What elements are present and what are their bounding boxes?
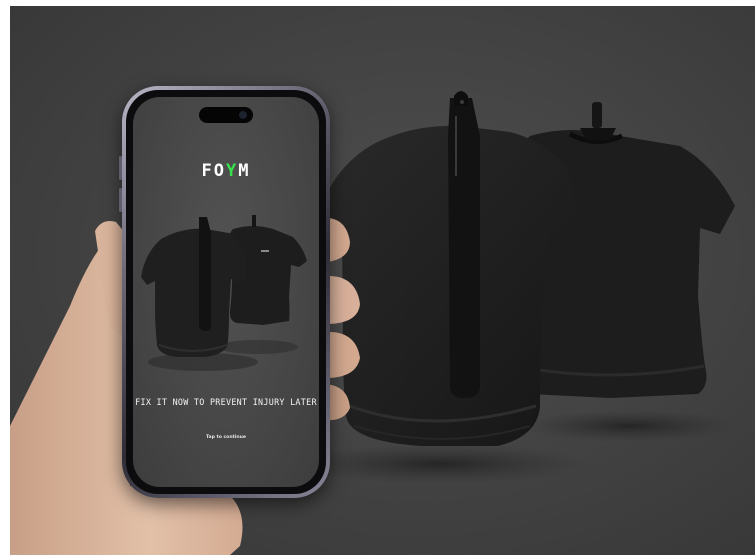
volume-down-button [119, 188, 122, 212]
app-screen[interactable]: FOYM FIX IT NOW TO PREVENT INJURY LATER … [133, 97, 319, 487]
tagline: FIX IT NOW TO PREVENT INJURY LATER [135, 397, 317, 407]
phone-bezel: FOYM FIX IT NOW TO PREVENT INJURY LATER … [126, 90, 326, 494]
logo-suffix: M [238, 161, 251, 181]
camera-icon [239, 111, 247, 119]
dynamic-island [199, 107, 253, 123]
logo-prefix: FO [201, 161, 226, 181]
app-logo: FOYM [133, 161, 319, 181]
tap-to-continue[interactable]: Tap to continue [133, 435, 319, 440]
product-scene: FOYM FIX IT NOW TO PREVENT INJURY LATER … [10, 6, 755, 555]
smartphone: FOYM FIX IT NOW TO PREVENT INJURY LATER … [119, 86, 330, 498]
phone-shirts-image [141, 215, 307, 371]
volume-up-button [119, 156, 122, 180]
logo-accent: Y [225, 161, 239, 181]
